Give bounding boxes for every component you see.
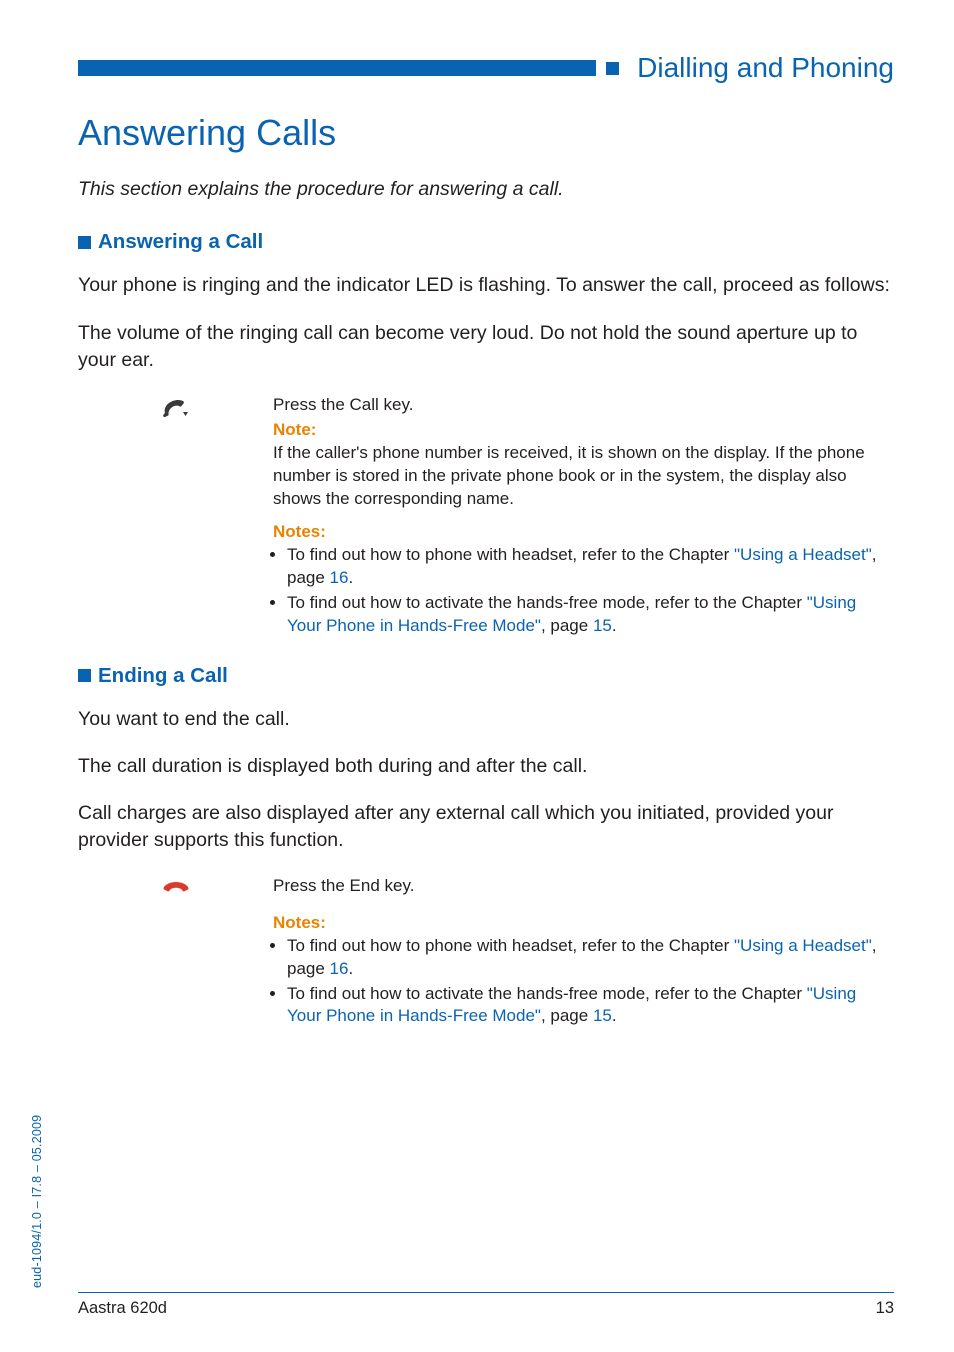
section-title: Dialling and Phoning: [637, 52, 894, 84]
note-pre: To find out how to activate the hands-fr…: [287, 984, 807, 1003]
ending-p2: The call duration is displayed both duri…: [78, 753, 894, 780]
call-key-icon: [161, 398, 191, 639]
note-label: Note:: [273, 419, 894, 442]
ending-instruction-block: Press the End key. Notes: To find out ho…: [78, 875, 894, 1031]
footer-page-number: 13: [876, 1299, 894, 1318]
note-post: .: [348, 959, 353, 978]
ending-instruction: Press the End key.: [273, 875, 894, 898]
page-header: Dialling and Phoning: [78, 52, 894, 84]
ending-p3: Call charges are also displayed after an…: [78, 800, 894, 855]
answering-p1: Your phone is ringing and the indicator …: [78, 272, 894, 299]
ending-p1: You want to end the call.: [78, 706, 894, 733]
footer-device-name: Aastra 620d: [78, 1299, 167, 1318]
note-pre: To find out how to phone with headset, r…: [287, 545, 734, 564]
notes-label: Notes:: [273, 912, 894, 935]
link-page-15[interactable]: 15: [593, 616, 612, 635]
end-key-icon: [161, 879, 191, 1031]
answering-instruction: Press the Call key.: [273, 394, 894, 417]
note-post: .: [348, 568, 353, 587]
subheading-square-icon: [78, 236, 91, 249]
notes-label: Notes:: [273, 521, 894, 544]
subheading-square-icon: [78, 669, 91, 682]
link-page-15[interactable]: 15: [593, 1006, 612, 1025]
page-footer: Aastra 620d 13: [78, 1292, 894, 1318]
subheading-title: Ending a Call: [98, 664, 228, 688]
note-pre: To find out how to phone with headset, r…: [287, 936, 734, 955]
answering-p2: The volume of the ringing call can becom…: [78, 320, 894, 375]
note-mid: , page: [541, 1006, 593, 1025]
list-item: To find out how to activate the hands-fr…: [287, 592, 894, 638]
note-post: .: [612, 1006, 617, 1025]
list-item: To find out how to activate the hands-fr…: [287, 983, 894, 1029]
link-using-headset[interactable]: "Using a Headset": [734, 545, 872, 564]
link-page-16[interactable]: 16: [330, 959, 349, 978]
ending-notes-list: To find out how to phone with headset, r…: [273, 935, 894, 1029]
answering-note-text: If the caller's phone number is received…: [273, 442, 894, 511]
intro-paragraph: This section explains the procedure for …: [78, 176, 894, 202]
header-square-icon: [606, 62, 619, 75]
page-title: Answering Calls: [78, 112, 894, 154]
subheading-ending: Ending a Call: [78, 664, 894, 688]
subheading-title: Answering a Call: [98, 230, 263, 254]
note-pre: To find out how to activate the hands-fr…: [287, 593, 807, 612]
answering-instruction-block: Press the Call key. Note: If the caller'…: [78, 394, 894, 639]
note-post: .: [612, 616, 617, 635]
link-page-16[interactable]: 16: [330, 568, 349, 587]
note-mid: , page: [541, 616, 593, 635]
answering-notes-list: To find out how to phone with headset, r…: [273, 544, 894, 638]
header-rule-bar: [78, 60, 596, 76]
document-id-vertical: eud-1094/1.0 – I7.8 – 05.2009: [30, 1115, 44, 1288]
list-item: To find out how to phone with headset, r…: [287, 544, 894, 590]
link-using-headset[interactable]: "Using a Headset": [734, 936, 872, 955]
list-item: To find out how to phone with headset, r…: [287, 935, 894, 981]
subheading-answering: Answering a Call: [78, 230, 894, 254]
